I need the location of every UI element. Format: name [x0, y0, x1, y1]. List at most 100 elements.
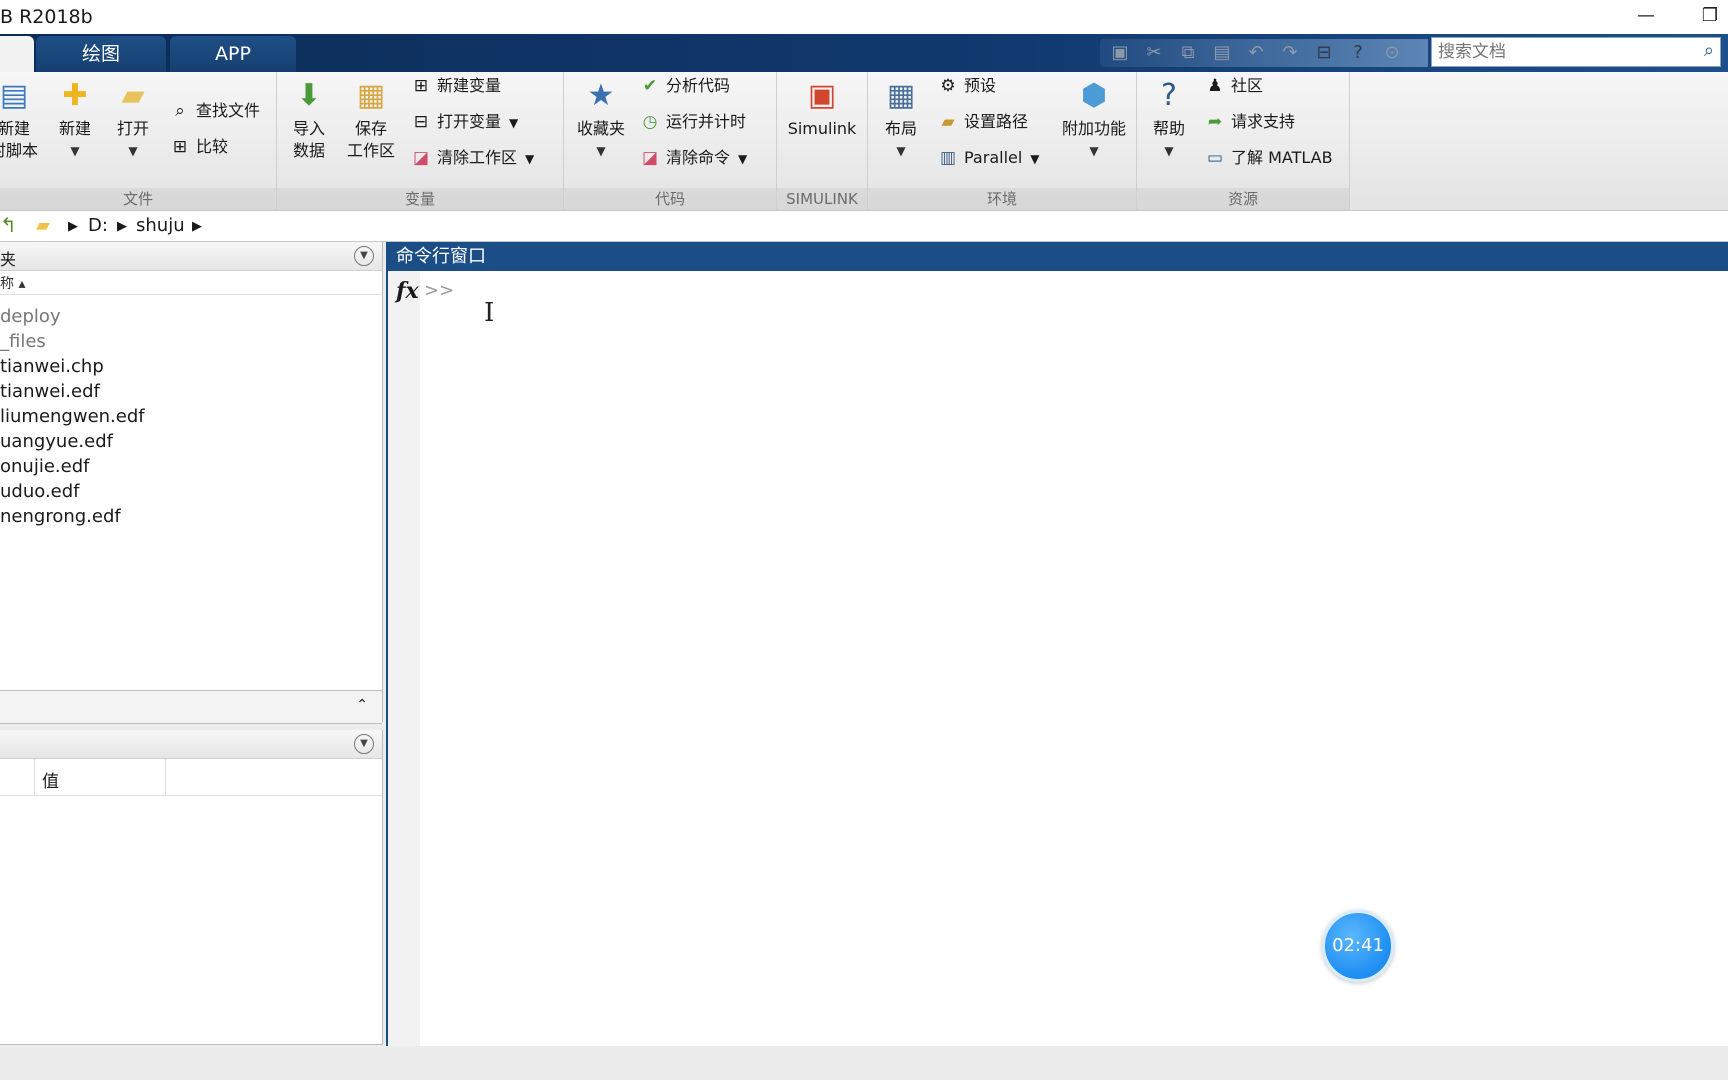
open-variable-button[interactable]: ⊟ 打开变量 ▼ [409, 108, 518, 136]
name-column-header[interactable]: 称 ▴ [0, 270, 382, 295]
chevron-right-icon[interactable]: ▶ [192, 219, 202, 234]
file-list-item[interactable]: deploy [0, 304, 145, 329]
clear-commands-label: 清除命令 [666, 148, 731, 167]
save-label: 保存 [354, 119, 387, 138]
help-icon[interactable]: ? [1346, 41, 1370, 65]
find-files-label: 查找文件 [196, 101, 261, 120]
import-label: 导入 [292, 119, 325, 138]
file-list-item[interactable]: onujie.edf [0, 454, 145, 479]
up-folder-icon[interactable]: ↰ [0, 213, 17, 237]
favorites-button[interactable]: ★ 收藏夹 ▼ [572, 78, 630, 162]
ribbon-tab-strip: 绘图 APP ▣ ✂ ⧉ ▤ ↶ ↷ ⊟ ? ⊙ ⌕ [0, 34, 1728, 72]
chevron-up-icon[interactable]: ⌃ [356, 697, 368, 713]
restore-button[interactable]: ❐ [1690, 0, 1728, 34]
tab-home[interactable] [0, 36, 34, 72]
status-bar [0, 1046, 1728, 1080]
breadcrumb-folder[interactable]: shuju [136, 215, 185, 236]
file-list-item[interactable]: tianwei.edf [0, 379, 145, 404]
analyze-code-button[interactable]: ✔ 分析代码 [638, 72, 730, 100]
new-button[interactable]: ✚ 新建 ▼ [50, 78, 100, 162]
panel-menu-icon[interactable]: ▼ [354, 734, 374, 754]
value-column-header[interactable]: 值 [42, 767, 59, 792]
tab-apps[interactable]: APP [170, 36, 296, 72]
folder-icon: ▰ [121, 78, 145, 113]
new-live-script-button[interactable]: ▤ 新建 时脚本 [0, 78, 42, 162]
file-list-item[interactable]: liumengwen.edf [0, 404, 145, 429]
parallel-button[interactable]: ▥ Parallel ▼ [936, 144, 1040, 172]
save-workspace-icon: ▦ [356, 78, 386, 113]
new-variable-label: 新建变量 [437, 76, 502, 95]
group-label-resources: 资源 [1137, 188, 1349, 210]
chevron-down-icon: ▼ [596, 144, 606, 158]
redo-icon[interactable]: ↷ [1278, 41, 1302, 65]
preferences-button[interactable]: ⚙ 预设 [936, 72, 996, 100]
save-icon[interactable]: ▣ [1108, 41, 1132, 65]
chevron-down-icon[interactable]: ⊙ [1380, 41, 1404, 65]
addons-icon: ⬢ [1080, 78, 1108, 113]
copy-icon[interactable]: ⧉ [1176, 41, 1200, 65]
file-list-item[interactable]: tianwei.chp [0, 354, 145, 379]
import-label-2: 数据 [292, 141, 325, 160]
simulink-icon: ▣ [807, 78, 837, 113]
clear-workspace-button[interactable]: ◪ 清除工作区 ▼ [409, 144, 534, 172]
panel-title: 夹 [0, 250, 17, 269]
command-window-title: 命令行窗口 [388, 242, 1728, 271]
panel-menu-icon[interactable]: ▼ [354, 246, 374, 266]
eraser-icon: ◪ [641, 148, 659, 168]
group-file: ▤ 新建 时脚本 ✚ 新建 ▼ ▰ 打开 ▼ ⌕ 查找文件 ⊞ 比较 文件 [0, 72, 277, 210]
file-list-item[interactable]: nengrong.edf [0, 504, 145, 529]
favorites-icon: ★ [587, 78, 615, 113]
import-data-button[interactable]: ⬇ 导入 数据 [283, 78, 335, 162]
run-and-time-button[interactable]: ◷ 运行并计时 [638, 108, 746, 136]
chevron-down-icon: ▼ [525, 152, 535, 166]
file-list-item[interactable]: uangyue.edf [0, 429, 145, 454]
open-label: 打开 [116, 119, 149, 138]
save-label-2: 工作区 [346, 141, 395, 160]
addons-button[interactable]: ⬢ 附加功能 ▼ [1056, 78, 1132, 162]
simulink-button[interactable]: ▣ Simulink [777, 78, 867, 140]
switch-windows-icon[interactable]: ⊟ [1312, 41, 1336, 65]
compare-label: 比较 [196, 137, 229, 156]
save-workspace-button[interactable]: ▦ 保存 工作区 [339, 78, 403, 162]
help-button[interactable]: ? 帮助 ▼ [1145, 78, 1193, 162]
set-path-button[interactable]: ▰ 设置路径 [936, 108, 1028, 136]
search-documentation: ⌕ [1431, 37, 1721, 67]
file-list-item[interactable]: uduo.edf [0, 479, 145, 504]
group-variable: ⬇ 导入 数据 ▦ 保存 工作区 ⊞ 新建变量 ⊟ 打开变量 ▼ ◪ 清除工作区 ▼ 变量 [277, 72, 564, 210]
open-button[interactable]: ▰ 打开 ▼ [108, 78, 158, 162]
search-input[interactable] [1436, 38, 1690, 66]
fx-icon[interactable]: fx [396, 278, 419, 304]
undo-icon[interactable]: ↶ [1244, 41, 1268, 65]
timer-badge[interactable]: 02:41 [1322, 910, 1394, 982]
gear-icon: ⚙ [940, 76, 956, 96]
file-list: deploy _files tianwei.chp tianwei.edf liumen… [0, 304, 145, 529]
learn-matlab-button[interactable]: ▭ 了解 MATLAB [1203, 144, 1333, 172]
request-support-button[interactable]: ➦ 请求支持 [1203, 108, 1295, 136]
chevron-right-icon[interactable]: ▶ [117, 219, 127, 234]
set-path-label: 设置路径 [964, 112, 1029, 131]
layout-button[interactable]: ▦ 布局 ▼ [874, 78, 928, 162]
command-window[interactable]: 命令行窗口 fx >> I [386, 242, 1728, 1046]
name-header-label: 称 ▴ [0, 276, 26, 292]
compare-icon: ⊞ [172, 137, 188, 157]
search-icon[interactable]: ⌕ [1704, 40, 1714, 61]
tab-plots[interactable]: 绘图 [36, 36, 166, 72]
chevron-down-icon: ▼ [1030, 152, 1040, 166]
minimize-button[interactable]: — [1626, 0, 1666, 34]
group-code: ★ 收藏夹 ▼ ✔ 分析代码 ◷ 运行并计时 ◪ 清除命令 ▼ 代码 [564, 72, 777, 210]
find-files-button[interactable]: ⌕ 查找文件 [168, 97, 260, 125]
chevron-down-icon: ▼ [128, 144, 138, 158]
chevron-right-icon[interactable]: ▶ [68, 219, 78, 234]
chevron-down-icon: ▼ [1089, 144, 1099, 158]
paste-icon[interactable]: ▤ [1210, 41, 1234, 65]
clear-commands-button[interactable]: ◪ 清除命令 ▼ [638, 144, 747, 172]
file-list-item[interactable]: _files [0, 329, 145, 354]
new-variable-button[interactable]: ⊞ 新建变量 [409, 72, 501, 100]
group-simulink: ▣ Simulink SIMULINK [777, 72, 868, 210]
community-button[interactable]: ♟ 社区 [1203, 72, 1263, 100]
quick-access-toolbar: ▣ ✂ ⧉ ▤ ↶ ↷ ⊟ ? ⊙ [1100, 39, 1428, 67]
breadcrumb-drive[interactable]: D: [88, 215, 108, 236]
cut-icon[interactable]: ✂ [1142, 41, 1166, 65]
new-script-icon: ▤ [0, 78, 29, 113]
compare-button[interactable]: ⊞ 比较 [168, 133, 228, 161]
